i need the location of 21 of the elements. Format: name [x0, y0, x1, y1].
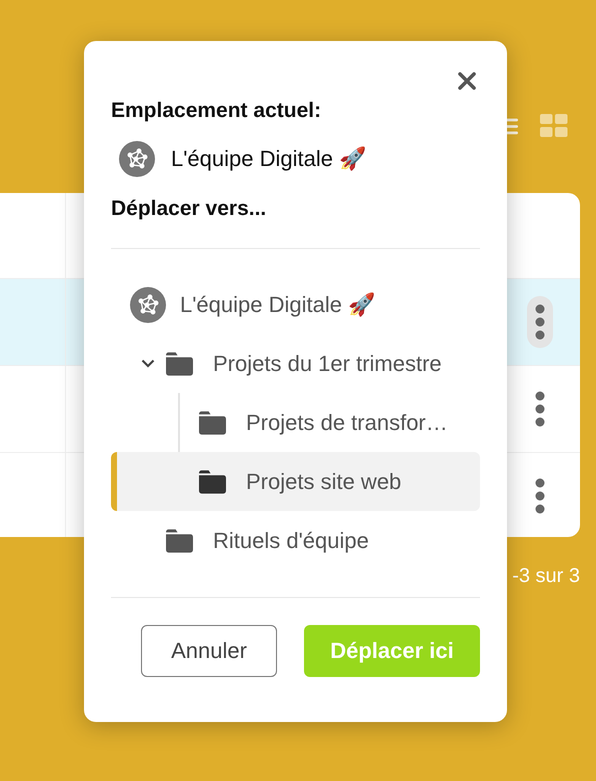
folder-icon — [199, 410, 226, 434]
folder-icon — [199, 470, 226, 494]
vertical-dots-icon — [535, 304, 545, 340]
tree-item[interactable]: L'équipe Digitale 🚀 — [111, 275, 480, 334]
section-heading: Déplacer vers... — [111, 197, 268, 221]
current-location: L'équipe Digitale 🚀 — [171, 146, 366, 172]
network-avatar-icon — [130, 286, 166, 322]
tree-item[interactable]: Projets du 1er trimestre — [111, 334, 480, 393]
section-heading: Emplacement actuel: — [111, 99, 322, 123]
vertical-dots-icon — [535, 391, 545, 427]
chevron-down-icon[interactable] — [141, 359, 155, 368]
more-options-button[interactable] — [527, 296, 553, 348]
tree-item[interactable]: Projets site web — [111, 452, 480, 511]
close-icon[interactable] — [458, 72, 476, 90]
folder-icon — [166, 528, 193, 552]
folder-icon — [166, 352, 193, 376]
pagination-text: -3 sur 3 — [512, 565, 580, 588]
tree-item[interactable]: Rituels d'équipe — [111, 511, 480, 570]
vertical-dots-icon — [535, 478, 545, 514]
network-avatar-icon — [119, 141, 155, 177]
cancel-button[interactable]: Annuler — [141, 625, 277, 677]
